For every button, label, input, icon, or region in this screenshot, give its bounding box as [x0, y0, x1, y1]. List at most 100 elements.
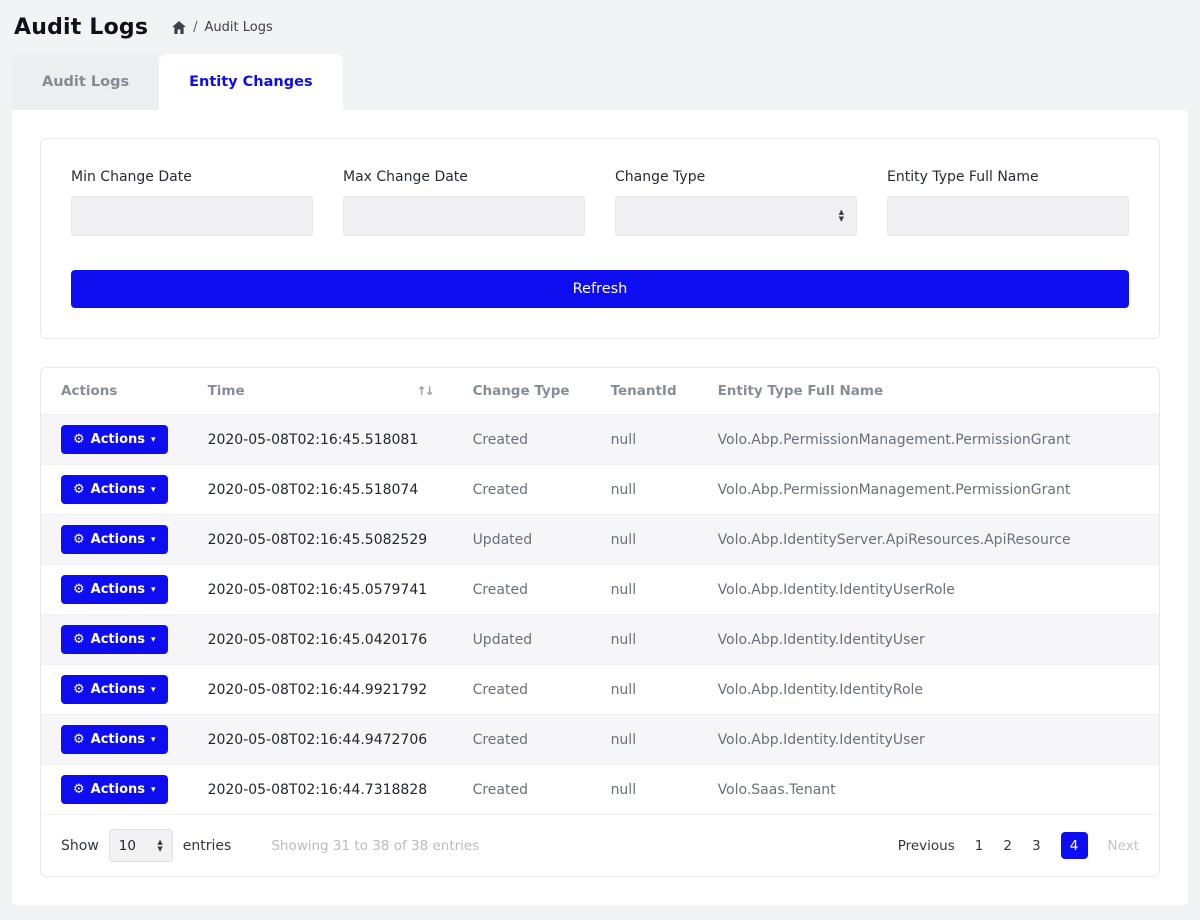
- max-change-date-label: Max Change Date: [343, 169, 585, 185]
- filter-field-min-change-date: Min Change Date: [71, 169, 313, 236]
- min-change-date-input[interactable]: [71, 196, 313, 236]
- row-actions-button[interactable]: ⚙Actions▾: [61, 475, 168, 504]
- cell-change-type: Updated: [453, 615, 591, 665]
- filter-card: Min Change Date Max Change Date Change T…: [40, 138, 1160, 339]
- entity-type-input[interactable]: [887, 196, 1129, 236]
- pagination-page-2[interactable]: 2: [1003, 838, 1012, 854]
- tab-audit-logs[interactable]: Audit Logs: [12, 54, 159, 110]
- pagination-page-1[interactable]: 1: [975, 838, 984, 854]
- caret-down-icon: ▾: [151, 435, 156, 445]
- pagination-page-4-active[interactable]: 4: [1061, 832, 1088, 859]
- change-type-label: Change Type: [615, 169, 857, 185]
- cell-time: 2020-05-08T02:16:45.518074: [188, 465, 453, 515]
- page-header: Audit Logs / Audit Logs: [0, 0, 1200, 48]
- table-row: ⚙Actions▾ 2020-05-08T02:16:45.518074 Cre…: [41, 465, 1159, 515]
- cell-time: 2020-05-08T02:16:45.0420176: [188, 615, 453, 665]
- cell-change-type: Updated: [453, 515, 591, 565]
- cell-tenant-id: null: [591, 715, 698, 765]
- table-row: ⚙Actions▾ 2020-05-08T02:16:45.0579741 Cr…: [41, 565, 1159, 615]
- cell-tenant-id: null: [591, 565, 698, 615]
- cell-time: 2020-05-08T02:16:44.9921792: [188, 665, 453, 715]
- select-arrows-icon: ▲ ▼: [157, 839, 162, 853]
- row-actions-button[interactable]: ⚙Actions▾: [61, 625, 168, 654]
- cell-entity-type: Volo.Abp.PermissionManagement.Permission…: [698, 415, 1159, 465]
- cell-entity-type: Volo.Saas.Tenant: [698, 765, 1159, 815]
- table-row: ⚙Actions▾ 2020-05-08T02:16:45.0420176 Up…: [41, 615, 1159, 665]
- pagination-next[interactable]: Next: [1108, 838, 1139, 854]
- entity-changes-table: Actions Time ↑↓ Change Type TenantId Ent…: [40, 367, 1160, 877]
- pagination-previous[interactable]: Previous: [898, 838, 955, 854]
- caret-down-icon: ▾: [151, 635, 156, 645]
- column-header-tenant-id: TenantId: [591, 368, 698, 415]
- table-row: ⚙Actions▾ 2020-05-08T02:16:45.5082529 Up…: [41, 515, 1159, 565]
- gear-icon: ⚙: [73, 682, 85, 697]
- cell-tenant-id: null: [591, 415, 698, 465]
- cell-entity-type: Volo.Abp.Identity.IdentityUser: [698, 715, 1159, 765]
- row-actions-button[interactable]: ⚙Actions▾: [61, 725, 168, 754]
- filter-field-change-type: Change Type ▲ ▼: [615, 169, 857, 236]
- cell-entity-type: Volo.Abp.Identity.IdentityRole: [698, 665, 1159, 715]
- cell-change-type: Created: [453, 715, 591, 765]
- gear-icon: ⚙: [73, 732, 85, 747]
- caret-down-icon: ▾: [151, 485, 156, 495]
- row-actions-button[interactable]: ⚙Actions▾: [61, 425, 168, 454]
- gear-icon: ⚙: [73, 482, 85, 497]
- change-type-select[interactable]: ▲ ▼: [615, 196, 857, 236]
- cell-change-type: Created: [453, 765, 591, 815]
- cell-time: 2020-05-08T02:16:44.7318828: [188, 765, 453, 815]
- cell-time: 2020-05-08T02:16:45.518081: [188, 415, 453, 465]
- cell-entity-type: Volo.Abp.PermissionManagement.Permission…: [698, 465, 1159, 515]
- refresh-button[interactable]: Refresh: [71, 270, 1129, 308]
- table-row: ⚙Actions▾ 2020-05-08T02:16:45.518081 Cre…: [41, 415, 1159, 465]
- breadcrumb: / Audit Logs: [172, 20, 273, 35]
- caret-down-icon: ▾: [151, 585, 156, 595]
- cell-entity-type: Volo.Abp.Identity.IdentityUser: [698, 615, 1159, 665]
- gear-icon: ⚙: [73, 432, 85, 447]
- table-row: ⚙Actions▾ 2020-05-08T02:16:44.9472706 Cr…: [41, 715, 1159, 765]
- entity-type-label: Entity Type Full Name: [887, 169, 1129, 185]
- gear-icon: ⚙: [73, 582, 85, 597]
- breadcrumb-separator: /: [193, 20, 197, 35]
- breadcrumb-current: Audit Logs: [205, 20, 273, 35]
- row-actions-button[interactable]: ⚙Actions▾: [61, 575, 168, 604]
- row-actions-button[interactable]: ⚙Actions▾: [61, 675, 168, 704]
- tab-entity-changes[interactable]: Entity Changes: [159, 54, 342, 110]
- cell-change-type: Created: [453, 465, 591, 515]
- row-actions-button[interactable]: ⚙Actions▾: [61, 775, 168, 804]
- cell-time: 2020-05-08T02:16:44.9472706: [188, 715, 453, 765]
- cell-tenant-id: null: [591, 615, 698, 665]
- filter-field-entity-type: Entity Type Full Name: [887, 169, 1129, 236]
- sort-icon[interactable]: ↑↓: [416, 384, 432, 398]
- gear-icon: ⚙: [73, 532, 85, 547]
- min-change-date-label: Min Change Date: [71, 169, 313, 185]
- gear-icon: ⚙: [73, 782, 85, 797]
- cell-change-type: Created: [453, 665, 591, 715]
- caret-down-icon: ▾: [151, 735, 156, 745]
- caret-down-icon: ▾: [151, 685, 156, 695]
- cell-tenant-id: null: [591, 765, 698, 815]
- cell-time: 2020-05-08T02:16:45.5082529: [188, 515, 453, 565]
- table-footer: Show 10 ▲ ▼ entries Showing 31 to 38 of …: [41, 815, 1159, 876]
- pagination: Previous 1 2 3 4 Next: [898, 832, 1139, 859]
- table-row: ⚙Actions▾ 2020-05-08T02:16:44.9921792 Cr…: [41, 665, 1159, 715]
- column-header-change-type: Change Type: [453, 368, 591, 415]
- table-header-row: Actions Time ↑↓ Change Type TenantId Ent…: [41, 368, 1159, 415]
- row-actions-button[interactable]: ⚙Actions▾: [61, 525, 168, 554]
- column-header-actions: Actions: [41, 368, 188, 415]
- cell-tenant-id: null: [591, 665, 698, 715]
- column-header-time: Time ↑↓: [188, 368, 453, 415]
- column-header-entity-type: Entity Type Full Name: [698, 368, 1159, 415]
- pagination-page-3[interactable]: 3: [1032, 838, 1041, 854]
- table-row: ⚙Actions▾ 2020-05-08T02:16:44.7318828 Cr…: [41, 765, 1159, 815]
- max-change-date-input[interactable]: [343, 196, 585, 236]
- caret-down-icon: ▾: [151, 785, 156, 795]
- cell-time: 2020-05-08T02:16:45.0579741: [188, 565, 453, 615]
- cell-tenant-id: null: [591, 515, 698, 565]
- entity-changes-panel: Min Change Date Max Change Date Change T…: [12, 110, 1188, 905]
- page-size-select[interactable]: 10 ▲ ▼: [109, 829, 173, 862]
- cell-change-type: Created: [453, 565, 591, 615]
- tab-bar: Audit Logs Entity Changes: [12, 54, 1188, 110]
- home-icon[interactable]: [172, 21, 186, 34]
- showing-entries-text: Showing 31 to 38 of 38 entries: [271, 838, 479, 854]
- select-arrows-icon: ▲ ▼: [839, 209, 844, 223]
